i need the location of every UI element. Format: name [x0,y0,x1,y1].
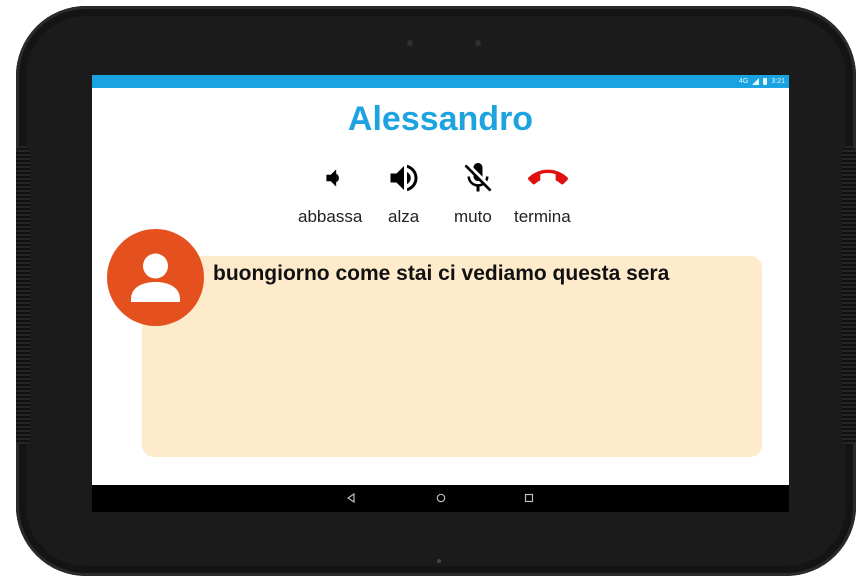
battery-icon [763,78,768,85]
status-bar: 4G 3:21 [92,75,789,88]
recents-icon[interactable] [517,489,541,507]
volume-down-icon[interactable] [314,161,354,195]
volume-up-icon[interactable] [384,161,424,195]
message-bubble [142,256,762,457]
status-icons: 4G 3:21 [739,75,785,88]
mic-off-icon[interactable] [458,161,498,195]
navigation-bar [92,485,789,512]
volume-up-label: alza [388,207,420,226]
person-icon [131,253,180,302]
call-end-icon[interactable] [528,161,568,195]
speaker-grille-left [16,146,30,446]
device-screen: 4G 3:21 Alessandro abbassa alza muto ter… [92,75,789,512]
front-camera [475,40,481,46]
status-time: 3:21 [771,78,785,85]
end-call-label: termina [514,207,571,226]
message-text: buongiorno come stai ci vediamo questa s… [213,262,670,285]
mute-label: muto [454,207,492,226]
front-sensor [407,40,413,46]
signal-icon [752,78,760,85]
network-type: 4G [739,78,749,85]
home-sensor [437,559,441,563]
caller-avatar [107,229,204,326]
caller-name: Alessandro [347,100,534,138]
back-icon[interactable] [339,489,363,507]
speaker-grille-right [842,146,856,446]
home-icon[interactable] [429,489,453,507]
volume-down-label: abbassa [298,207,363,226]
